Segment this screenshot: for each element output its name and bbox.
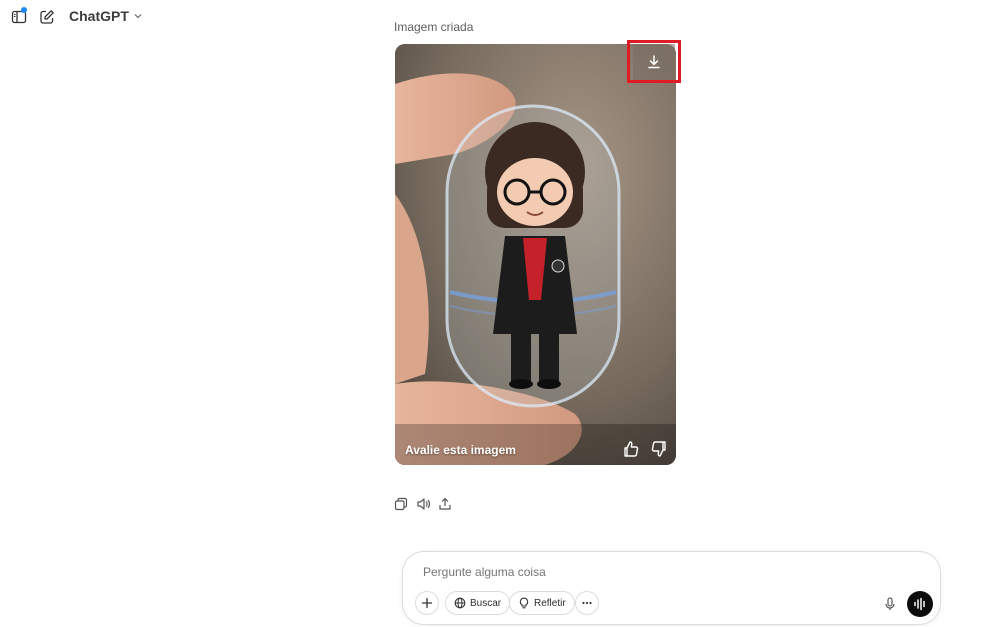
attach-button[interactable] bbox=[415, 591, 439, 615]
notification-dot bbox=[21, 7, 27, 13]
share-button[interactable] bbox=[438, 497, 452, 511]
message-actions bbox=[394, 497, 452, 511]
model-selector[interactable]: ChatGPT bbox=[69, 8, 143, 24]
microphone-icon bbox=[885, 597, 895, 610]
more-tools-button[interactable] bbox=[575, 591, 599, 615]
reason-button-label: Refletir bbox=[534, 597, 566, 609]
image-caption: Imagem criada bbox=[394, 20, 474, 34]
share-icon bbox=[439, 497, 451, 510]
thumbs-down-icon bbox=[651, 441, 666, 457]
prompt-input[interactable] bbox=[421, 564, 825, 580]
chevron-down-icon bbox=[134, 14, 142, 19]
rate-image-label: Avalie esta imagem bbox=[405, 443, 516, 457]
copy-button[interactable] bbox=[394, 497, 408, 511]
search-button-label: Buscar bbox=[470, 597, 502, 609]
globe-icon bbox=[454, 597, 466, 609]
search-button[interactable]: Buscar bbox=[445, 591, 511, 615]
dictate-button[interactable] bbox=[879, 593, 901, 615]
speaker-icon bbox=[417, 498, 431, 510]
thumbs-down-button[interactable] bbox=[650, 440, 668, 458]
plus-icon bbox=[421, 597, 433, 609]
model-title: ChatGPT bbox=[69, 8, 129, 24]
reason-button[interactable]: Refletir bbox=[509, 591, 575, 615]
generated-image-illustration bbox=[395, 44, 676, 465]
highlight-box bbox=[627, 40, 681, 83]
thumbs-up-icon bbox=[624, 441, 639, 457]
lightbulb-icon bbox=[519, 597, 529, 609]
thumbs-up-button[interactable] bbox=[622, 440, 640, 458]
composer: Buscar Refletir bbox=[402, 551, 941, 625]
copy-icon bbox=[394, 497, 408, 511]
edit-icon bbox=[40, 10, 54, 24]
more-horizontal-icon bbox=[582, 601, 592, 605]
new-chat-button[interactable] bbox=[36, 6, 58, 28]
voice-mode-button[interactable] bbox=[907, 591, 933, 617]
read-aloud-button[interactable] bbox=[416, 497, 431, 511]
generated-image[interactable] bbox=[395, 44, 676, 465]
top-bar: ChatGPT bbox=[0, 0, 984, 34]
voice-waveform-icon bbox=[914, 597, 925, 611]
